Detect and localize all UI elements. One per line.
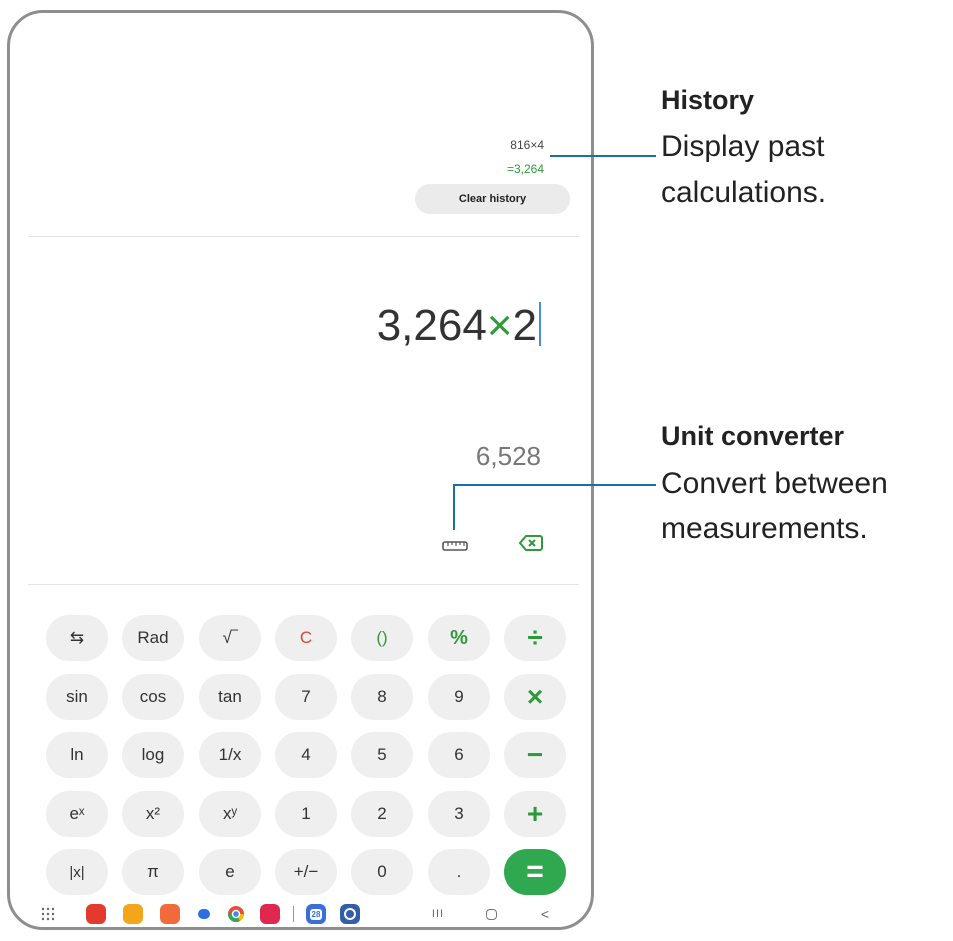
key-3[interactable]: 3 xyxy=(428,791,490,837)
key-multiply[interactable]: × xyxy=(504,674,566,720)
key-power[interactable]: xʸ xyxy=(199,791,261,837)
key-negate[interactable]: +/− xyxy=(275,849,337,895)
key-clear[interactable]: C xyxy=(275,615,337,661)
unit-converter-callout-title: Unit converter xyxy=(661,421,845,451)
messages-app-icon[interactable] xyxy=(194,896,214,927)
key-equals[interactable]: = xyxy=(504,849,566,895)
expression-display[interactable]: 3,264×2 xyxy=(377,301,541,351)
key-8[interactable]: 8 xyxy=(351,674,413,720)
toggle-keypad-icon[interactable]: ⇆ xyxy=(46,615,108,661)
key-7[interactable]: 7 xyxy=(275,674,337,720)
key-0[interactable]: 0 xyxy=(351,849,413,895)
recent-apps-icon[interactable]: III xyxy=(428,896,448,927)
key-9[interactable]: 9 xyxy=(428,674,490,720)
history-divider xyxy=(28,236,579,237)
key-tan[interactable]: tan xyxy=(199,674,261,720)
contacts-app-icon[interactable] xyxy=(158,896,182,927)
key-plus[interactable]: + xyxy=(504,791,566,837)
key-4[interactable]: 4 xyxy=(275,732,337,778)
home-button-icon[interactable] xyxy=(481,896,501,927)
history-callout-line-2: calculations. xyxy=(661,176,827,209)
camera-app-icon[interactable] xyxy=(258,896,282,927)
key-abs[interactable]: |x| xyxy=(46,849,108,895)
key-minus[interactable]: − xyxy=(504,732,566,778)
calendar-app-icon[interactable]: 28 xyxy=(304,896,328,927)
key-reciprocal[interactable]: 1/x xyxy=(199,732,261,778)
key-square[interactable]: x² xyxy=(122,791,184,837)
key-6[interactable]: 6 xyxy=(428,732,490,778)
key-divide[interactable]: ÷ xyxy=(504,615,566,661)
back-button-icon[interactable]: < xyxy=(535,896,555,927)
history-callout-line-1: Display past xyxy=(661,130,825,163)
key-exp[interactable]: eˣ xyxy=(46,791,108,837)
tablet-screen: 816×4 =3,264 Clear history 3,264×2 6,528… xyxy=(7,10,594,930)
operand-1: 3,264 xyxy=(376,301,487,350)
key-percent[interactable]: % xyxy=(428,615,490,661)
key-sqrt[interactable]: √‾ xyxy=(199,615,261,661)
calendar-day: 28 xyxy=(309,908,323,920)
keypad-divider xyxy=(28,584,579,585)
history-callout-line xyxy=(550,155,656,157)
settings-gear-icon[interactable] xyxy=(338,896,362,927)
history-callout-title: History xyxy=(661,85,755,115)
key-1[interactable]: 1 xyxy=(275,791,337,837)
key-e[interactable]: e xyxy=(199,849,261,895)
key-sin[interactable]: sin xyxy=(46,674,108,720)
apps-grid-icon[interactable] xyxy=(38,896,58,927)
key-decimal[interactable]: . xyxy=(428,849,490,895)
chrome-app-icon[interactable] xyxy=(224,896,248,927)
key-ln[interactable]: ln xyxy=(46,732,108,778)
operator: × xyxy=(486,301,513,350)
text-cursor xyxy=(539,302,541,346)
key-2[interactable]: 2 xyxy=(351,791,413,837)
unit-callout-vertical-line xyxy=(453,484,455,530)
clear-history-button[interactable]: Clear history xyxy=(415,184,570,214)
unit-converter-callout-line-1: Convert between xyxy=(661,467,888,500)
navigation-bar: 28 III < xyxy=(10,896,591,927)
my-files-app-icon[interactable] xyxy=(121,896,145,927)
key-parentheses[interactable]: () xyxy=(351,615,413,661)
key-5[interactable]: 5 xyxy=(351,732,413,778)
key-pi[interactable]: π xyxy=(122,849,184,895)
dock-divider xyxy=(291,896,295,927)
unit-converter-ruler-icon[interactable] xyxy=(440,535,470,555)
key-rad[interactable]: Rad xyxy=(122,615,184,661)
history-result[interactable]: =3,264 xyxy=(507,162,544,176)
red-app-icon[interactable] xyxy=(84,896,108,927)
backspace-icon[interactable] xyxy=(518,531,544,555)
key-cos[interactable]: cos xyxy=(122,674,184,720)
result-preview: 6,528 xyxy=(475,441,541,471)
history-expression[interactable]: 816×4 xyxy=(510,138,544,152)
operand-2: 2 xyxy=(512,301,537,350)
key-log[interactable]: log xyxy=(122,732,184,778)
unit-callout-horizontal-line xyxy=(453,484,656,486)
unit-converter-callout-line-2: measurements. xyxy=(661,512,868,545)
